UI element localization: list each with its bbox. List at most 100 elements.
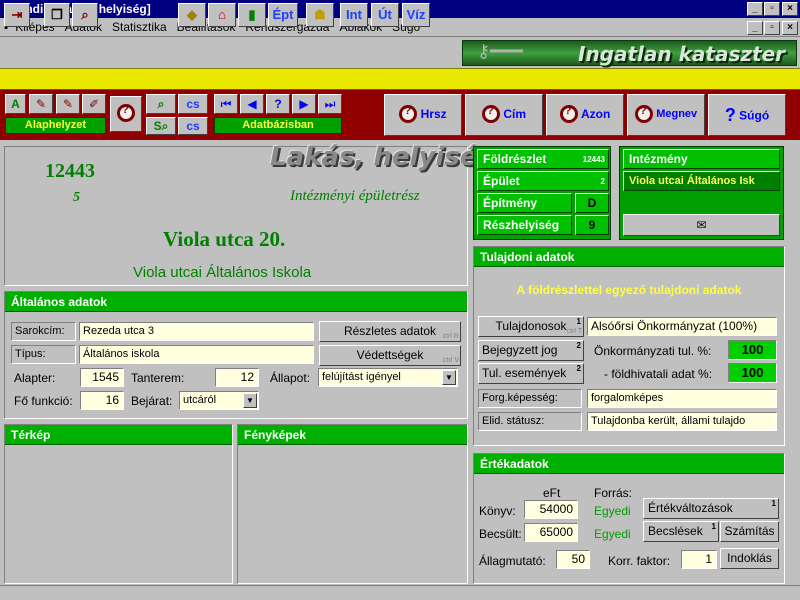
alapter-label: Alapter: [14, 371, 56, 385]
elid-label: Elid. státusz: [478, 412, 582, 431]
intezmeny-label[interactable]: Intézmény [623, 149, 780, 169]
search-cs-icon[interactable]: cs [178, 94, 208, 114]
viz-button[interactable]: Víz [402, 3, 430, 27]
child-minimize-button[interactable]: _ [747, 21, 763, 35]
erase-icon[interactable]: ✐ [82, 94, 106, 114]
search-icon[interactable]: ⌕ [72, 3, 98, 27]
maximize-button[interactable]: ▫ [764, 2, 780, 16]
tulajdonosok-button[interactable]: Tulajdonosok 1 ctrl T [478, 316, 584, 337]
fold-value[interactable]: 100 [728, 363, 777, 383]
alapter-field[interactable]: 1545 [80, 368, 124, 387]
search-azon-button[interactable]: Azon [546, 94, 624, 136]
people-icon[interactable]: ☗ [306, 3, 334, 27]
becsult-field[interactable]: 65000 [524, 523, 578, 542]
allagmutato-field[interactable]: 50 [556, 550, 590, 569]
record-address: Viola utca 20. [163, 227, 286, 251]
search-cim-button[interactable]: Cím [465, 94, 543, 136]
search-megnev-button[interactable]: Megnev [627, 94, 705, 136]
bejarat-select[interactable]: utcáról ▼ [179, 391, 259, 410]
edit-icon[interactable]: ✎ [29, 94, 53, 114]
forg-field[interactable]: forgalomképes [587, 389, 777, 408]
record-type-title: Lakás, helyiség [270, 142, 496, 172]
int-button[interactable]: Int [340, 3, 368, 27]
key-icon: ⚷━━━ [477, 41, 523, 62]
magnifier-icon [634, 105, 653, 123]
windows-icon[interactable]: ❐ [44, 3, 70, 27]
ept-button[interactable]: Épt [268, 3, 298, 27]
sarokcim-field[interactable]: Rezeda utca 3 [79, 322, 314, 341]
tanterem-field[interactable]: 12 [215, 368, 259, 387]
list-cs-icon[interactable]: cs [178, 117, 208, 135]
alaphelyzet-button[interactable]: Alaphelyzet [5, 117, 106, 134]
first-record-icon[interactable]: ⏮ [214, 94, 238, 114]
dropdown-arrow-icon[interactable]: ▼ [442, 370, 456, 385]
fold-label: - földhivatali adat %: [604, 367, 713, 381]
becsult-source: Egyedi [594, 527, 631, 541]
bejarat-label: Bejárat: [131, 394, 173, 408]
tipus-label: Típus: [11, 345, 76, 364]
tul-esemenyek-button[interactable]: Tul. események 2 [478, 363, 584, 384]
mode-a-button[interactable]: A [5, 94, 26, 114]
edit-save-icon[interactable]: ✎ [56, 94, 80, 114]
dropdown-arrow-icon[interactable]: ▼ [243, 393, 257, 408]
child-close-button[interactable]: × [782, 21, 798, 35]
reszhelyiseg-value: 9 [575, 215, 609, 235]
owner-field[interactable]: Alsóőrsi Önkormányzat (100%) [587, 317, 777, 336]
search-icon-large[interactable] [110, 96, 142, 132]
intezmeny-value[interactable]: Viola utcai Általános Isk [623, 171, 780, 191]
map-header: Térkép [5, 425, 232, 445]
ownership-header: Tulajdoni adatok [474, 247, 784, 267]
magnifier-icon [559, 105, 578, 123]
korr-field[interactable]: 1 [681, 550, 717, 569]
magnifier-icon [481, 105, 500, 123]
notes-icon[interactable]: ✉ [623, 214, 780, 236]
search-land-icon[interactable]: ⌕ [146, 94, 176, 114]
reszhelyiseg-item[interactable]: Részhelyiség [477, 215, 572, 235]
child-restore-button[interactable]: ▫ [764, 21, 780, 35]
photos-header: Fényképek [238, 425, 467, 445]
allapot-select[interactable]: felújítást igényel ▼ [318, 368, 458, 387]
forg-label: Forg.képesség: [478, 389, 582, 408]
close-button[interactable]: × [782, 2, 798, 16]
next-record-icon[interactable]: ▶ [292, 94, 316, 114]
bejegyzett-jog-button[interactable]: Bejegyzett jog 2 [478, 340, 584, 361]
help-button[interactable]: ? Súgó [708, 94, 786, 136]
elid-field[interactable]: Tulajdonba került, állami tulajdo [587, 412, 777, 431]
last-record-icon[interactable]: ⏭ [318, 94, 342, 114]
magnifier-icon [399, 105, 418, 123]
minimize-button[interactable]: _ [747, 2, 763, 16]
ertekvaltozasok-button[interactable]: Értékváltozások 1 [643, 498, 779, 519]
eft-label: eFt [543, 486, 561, 500]
exit-icon[interactable]: ⇥ [4, 3, 30, 27]
land-icon[interactable]: ◆ [178, 3, 206, 27]
adatbazisban-indicator: Adatbázisban [214, 117, 342, 134]
allapot-label: Állapot: [270, 371, 311, 385]
ut-button[interactable]: Út [371, 3, 399, 27]
vedettsegek-button[interactable]: Védettségek ctrl V [319, 345, 461, 366]
konyv-field[interactable]: 54000 [524, 500, 578, 519]
szamitas-button[interactable]: Számítás [720, 521, 779, 542]
search-hrsz-button[interactable]: Hrsz [384, 94, 462, 136]
foldreszlet-item[interactable]: Földrészlet 12443 [477, 149, 609, 169]
prev-record-icon[interactable]: ◀ [240, 94, 264, 114]
reszletes-adatok-button[interactable]: Részletes adatok ctrl R [319, 321, 461, 342]
indoklas-button[interactable]: Indoklás [720, 548, 779, 569]
epitmeny-value: D [575, 193, 609, 213]
onk-value[interactable]: 100 [728, 340, 777, 360]
house-icon[interactable]: ⌂ [208, 3, 236, 27]
tipus-field[interactable]: Általános iskola [79, 345, 314, 364]
door-icon[interactable]: ▮ [238, 3, 266, 27]
forras-label: Forrás: [594, 486, 633, 500]
epitmeny-item[interactable]: Építmény [477, 193, 572, 213]
tanterem-label: Tanterem: [131, 371, 185, 385]
help-record-icon[interactable]: ? [266, 94, 290, 114]
allagmutato-label: Állagmutató: [479, 554, 546, 568]
record-type-subtitle: Intézményi épületrész [290, 188, 420, 204]
sarokcim-label: Sarokcím: [11, 322, 76, 341]
epulet-item[interactable]: Épület 2 [477, 171, 609, 191]
becslesek-button[interactable]: Becslések 1 [643, 521, 719, 542]
search-s-icon[interactable]: S⌕ [146, 117, 176, 135]
menu-statisztika[interactable]: Statisztika [107, 18, 172, 36]
fofunkcio-field[interactable]: 16 [80, 391, 124, 410]
app-logo: ⚷━━━ Ingatlan kataszter [462, 40, 797, 66]
